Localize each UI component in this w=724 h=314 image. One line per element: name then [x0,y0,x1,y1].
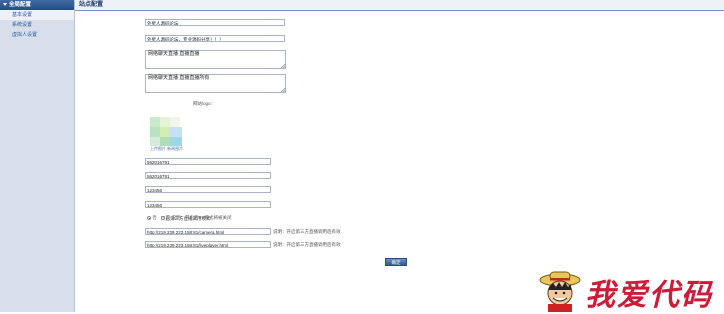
copyright-value: 网络聊天直播 直播直播所有 [148,75,210,81]
logo-image[interactable] [150,117,184,147]
page-title: 站点配置 [79,2,104,8]
copyright-textarea[interactable]: 网络聊天直播 直播直播所有 [145,74,286,93]
pirate-avatar-icon [539,271,581,312]
yy-room-input[interactable]: 562016791 [145,158,271,165]
radio-no[interactable] [147,216,151,220]
live-url-hint: 说明：开启第三方直播调用后有效 [273,242,341,247]
radio-yes[interactable] [160,216,165,220]
yy-sub-input[interactable]: 562016791 [145,172,271,179]
sidebar-header[interactable]: 全局配置 [0,0,74,10]
live-url-input[interactable]: http://219.239.223.158:81/liveplayer.htm… [145,241,271,248]
watermark: 我爱代码 [537,266,724,313]
sidebar-header-label: 全局配置 [9,2,32,8]
sidebar-item-basic-settings[interactable]: 基本设置 [0,10,74,20]
description-textarea[interactable]: 网络聊天直播 直播直播 [145,50,286,69]
camera-url-input[interactable]: http://219.239.223.158:81/camera.html [145,228,271,235]
keywords-input[interactable]: 外星人源码论坛，专业源码分享！！！ [145,35,285,42]
watermark-text: 我爱代码 [585,278,713,313]
site-name-input[interactable]: 外星人源码论坛 [145,19,285,26]
qq-service-input[interactable]: 123456 [145,201,271,208]
radio-yes-label: 是 说明：开启后YY模式将被关闭 [165,215,232,220]
caret-down-icon [3,3,7,7]
sidebar-item-virtual-user-settings[interactable]: 虚拟人设置 [0,30,74,40]
camera-url-hint: 说明：开启第三方直播调用后有效 [273,229,341,234]
confirm-button[interactable]: 确定 [385,258,407,266]
third-party-radio-group: 否 是 说明：开启后YY模式将被关闭 [147,215,232,221]
logo-label: 网站logo： [192,101,215,106]
qq-advice-input[interactable]: 123456 [145,186,271,193]
resize-grip-icon[interactable] [281,64,285,68]
resize-grip-icon[interactable] [281,88,285,92]
sidebar: 全局配置 基本设置 系统设置 虚拟人设置 [0,0,75,312]
description-value: 网络聊天直播 直播直播 [148,51,200,57]
radio-no-label: 否 [152,215,157,220]
top-bar: 站点配置 [75,0,724,11]
logo-upload-caption[interactable]: 上传图片 新闻图片 [150,146,183,152]
sidebar-item-system-settings[interactable]: 系统设置 [0,20,74,30]
